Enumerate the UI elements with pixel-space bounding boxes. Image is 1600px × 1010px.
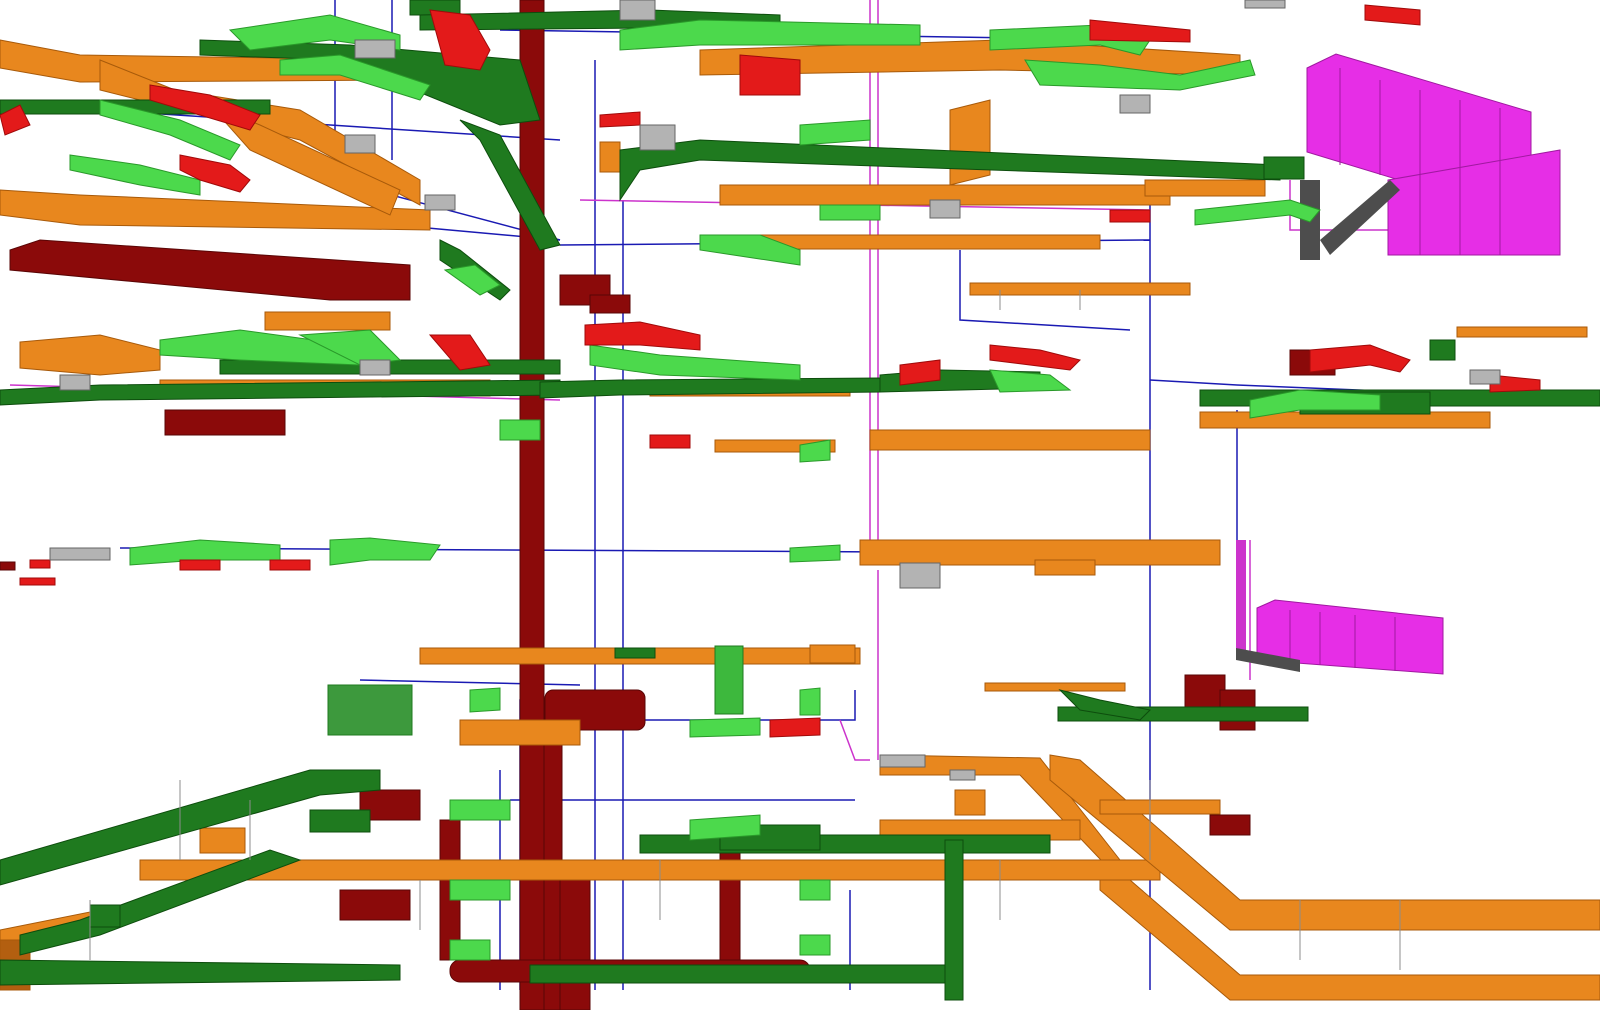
air-handling-unit-middle bbox=[1236, 540, 1444, 675]
mep-model-drawing[interactable] bbox=[0, 0, 1600, 1010]
air-handling-unit-top bbox=[1300, 53, 1561, 260]
3d-model-viewport[interactable] bbox=[0, 0, 1600, 1010]
